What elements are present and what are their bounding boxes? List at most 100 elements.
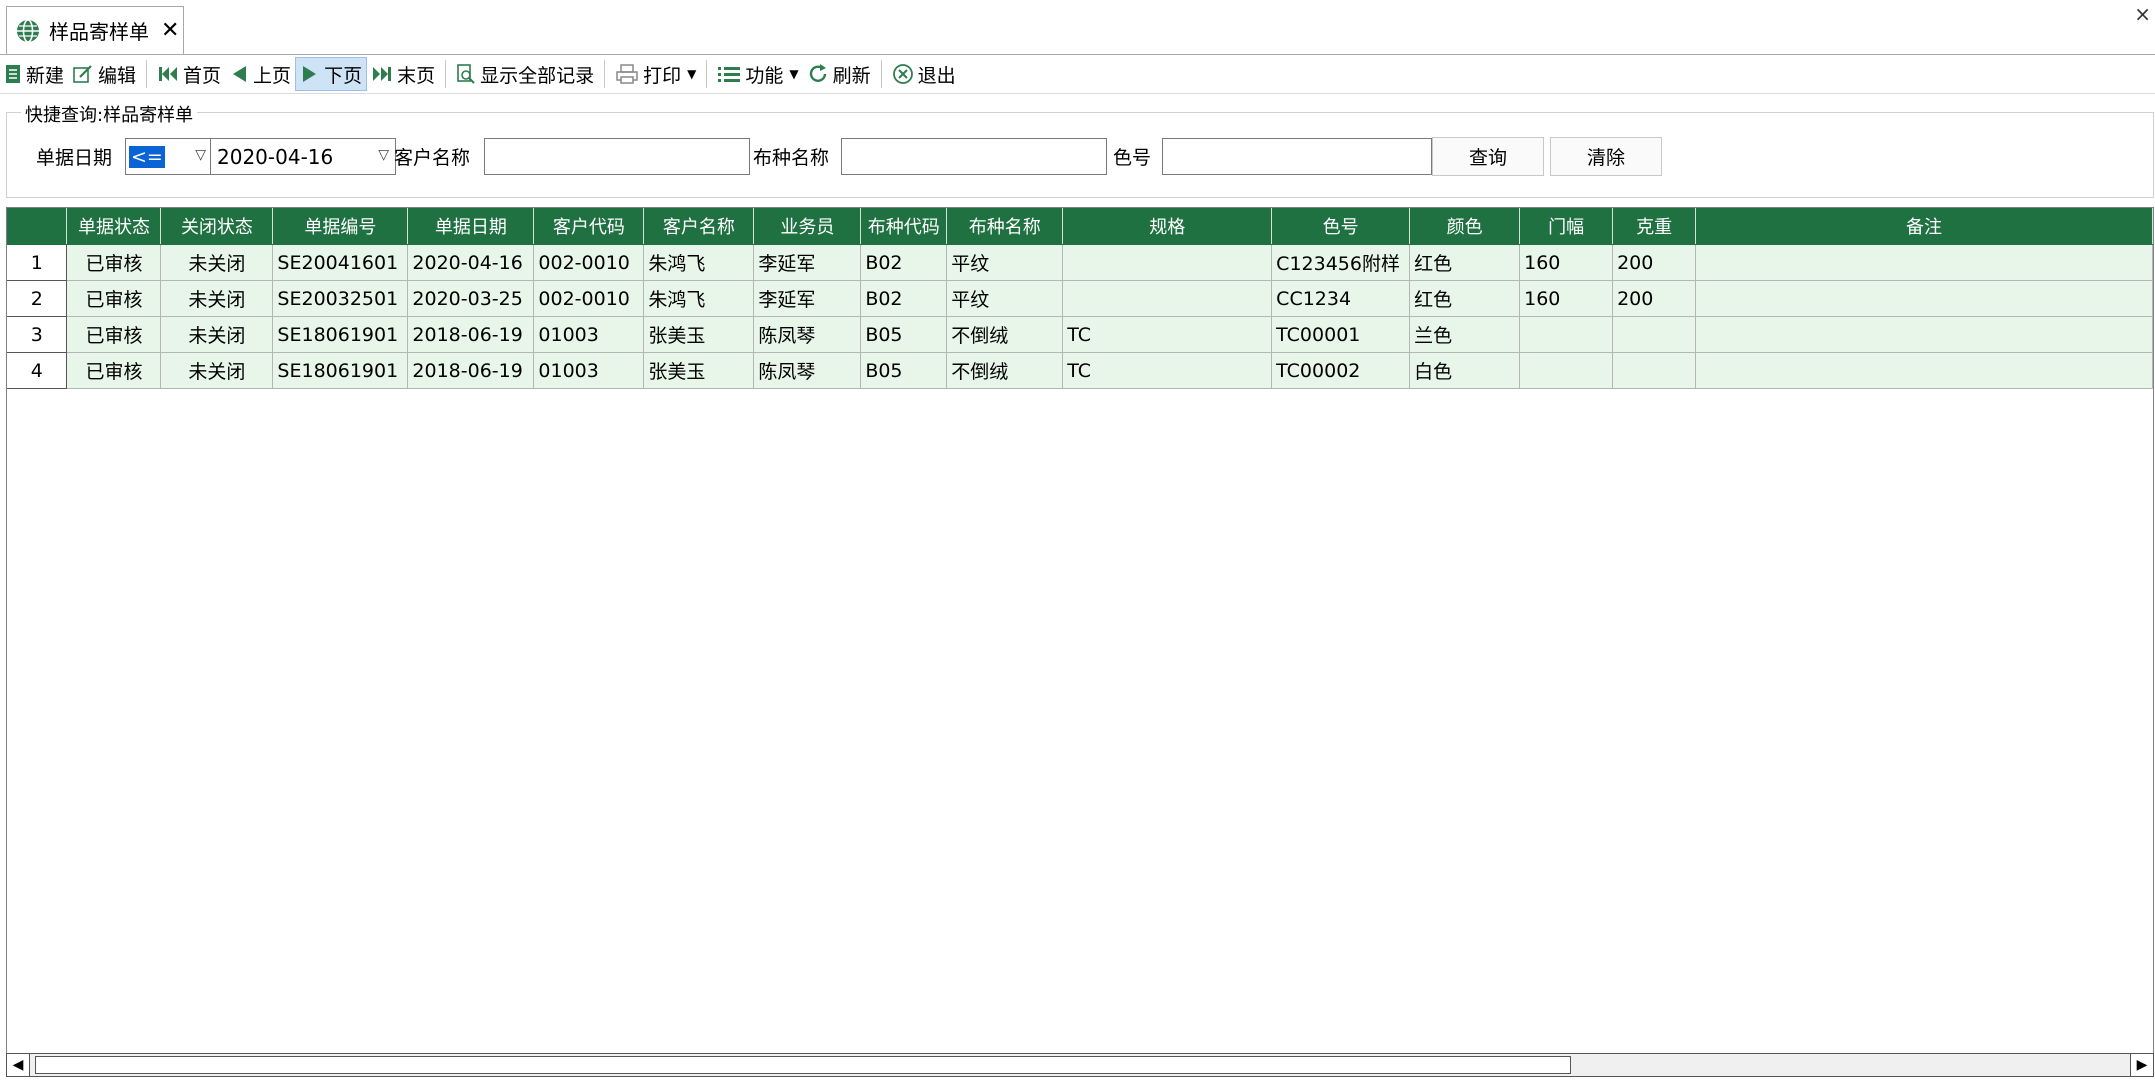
cell-salesperson[interactable]: 李延军 [753, 280, 862, 317]
row-number[interactable]: 4 [7, 352, 68, 389]
cell-doc-date[interactable]: 2018-06-19 [407, 316, 535, 353]
scroll-right-icon[interactable]: ▶ [2130, 1054, 2153, 1076]
column-header[interactable]: 门幅 [1519, 208, 1614, 245]
cell-width[interactable] [1519, 352, 1614, 389]
new-button[interactable]: 新建 [0, 57, 68, 91]
cell-customer-code[interactable]: 01003 [533, 352, 645, 389]
cell-status[interactable]: 已审核 [66, 280, 162, 317]
column-header[interactable]: 单据编号 [272, 208, 409, 245]
customer-name-input[interactable] [484, 138, 750, 175]
cell-close-status[interactable]: 未关闭 [160, 280, 274, 317]
cell-doc-date[interactable]: 2020-04-16 [407, 244, 535, 281]
cell-spec[interactable]: TC [1062, 316, 1273, 353]
cell-customer-code[interactable]: 002-0010 [533, 280, 645, 317]
cell-remark[interactable] [1695, 352, 2153, 389]
cell-fabric-name[interactable]: 平纹 [946, 244, 1064, 281]
cell-customer-code[interactable]: 002-0010 [533, 244, 645, 281]
column-header[interactable]: 客户名称 [643, 208, 755, 245]
cell-close-status[interactable]: 未关闭 [160, 244, 274, 281]
scroll-left-icon[interactable]: ◀ [7, 1054, 30, 1076]
cell-fabric-name[interactable]: 平纹 [946, 280, 1064, 317]
column-header[interactable]: 布种名称 [946, 208, 1064, 245]
cell-doc-date[interactable]: 2018-06-19 [407, 352, 535, 389]
window-close-icon[interactable]: × [2134, 2, 2151, 26]
edit-button[interactable]: 编辑 [68, 57, 140, 91]
fabric-name-input[interactable] [841, 138, 1107, 175]
tab-sample-sending[interactable]: 样品寄样单 ✕ [6, 6, 184, 54]
table-row[interactable]: 2 已审核 未关闭 SE20032501 2020-03-25 002-0010… [7, 280, 2153, 317]
cell-weight[interactable] [1612, 316, 1697, 353]
cell-color[interactable]: 白色 [1409, 352, 1521, 389]
first-page-button[interactable]: 首页 [153, 57, 225, 91]
search-button[interactable]: 查询 [1432, 137, 1544, 176]
cell-close-status[interactable]: 未关闭 [160, 352, 274, 389]
table-row[interactable]: 1 已审核 未关闭 SE20041601 2020-04-16 002-0010… [7, 244, 2153, 281]
cell-doc-number[interactable]: SE20041601 [272, 244, 409, 281]
cell-spec[interactable]: TC [1062, 352, 1273, 389]
row-number[interactable]: 2 [7, 280, 68, 317]
cell-doc-number[interactable]: SE18061901 [272, 316, 409, 353]
cell-customer-name[interactable]: 张美玉 [643, 316, 755, 353]
cell-customer-name[interactable]: 朱鸿飞 [643, 280, 755, 317]
cell-remark[interactable] [1695, 316, 2153, 353]
refresh-button[interactable]: 刷新 [803, 57, 875, 91]
cell-fabric-code[interactable]: B05 [860, 352, 948, 389]
cell-width[interactable]: 160 [1519, 244, 1614, 281]
cell-close-status[interactable]: 未关闭 [160, 316, 274, 353]
column-header[interactable]: 颜色 [1409, 208, 1521, 245]
exit-button[interactable]: 退出 [888, 57, 960, 91]
cell-salesperson[interactable]: 陈凤琴 [753, 316, 862, 353]
table-row[interactable]: 3 已审核 未关闭 SE18061901 2018-06-19 01003 张美… [7, 316, 2153, 353]
cell-color-number[interactable]: C123456附样 [1271, 244, 1411, 281]
cell-remark[interactable] [1695, 280, 2153, 317]
cell-width[interactable] [1519, 316, 1614, 353]
table-row[interactable]: 4 已审核 未关闭 SE18061901 2018-06-19 01003 张美… [7, 352, 2153, 389]
cell-fabric-code[interactable]: B02 [860, 244, 948, 281]
cell-color[interactable]: 红色 [1409, 280, 1521, 317]
column-header[interactable]: 色号 [1271, 208, 1411, 245]
cell-color-number[interactable]: TC00002 [1271, 352, 1411, 389]
column-header[interactable]: 单据状态 [66, 208, 162, 245]
date-operator-select[interactable]: <= ▽ [125, 138, 213, 175]
cell-salesperson[interactable]: 陈凤琴 [753, 352, 862, 389]
cell-color-number[interactable]: CC1234 [1271, 280, 1411, 317]
cell-fabric-code[interactable]: B02 [860, 280, 948, 317]
cell-color[interactable]: 红色 [1409, 244, 1521, 281]
cell-fabric-name[interactable]: 不倒绒 [946, 316, 1064, 353]
column-header[interactable]: 备注 [1695, 208, 2153, 245]
row-number[interactable]: 1 [7, 244, 68, 281]
cell-customer-code[interactable]: 01003 [533, 316, 645, 353]
next-page-button[interactable]: 下页 [295, 57, 368, 91]
cell-color[interactable]: 兰色 [1409, 316, 1521, 353]
cell-weight[interactable]: 200 [1612, 244, 1697, 281]
column-header[interactable]: 克重 [1612, 208, 1697, 245]
cell-spec[interactable] [1062, 244, 1273, 281]
row-number[interactable]: 3 [7, 316, 68, 353]
clear-button[interactable]: 清除 [1550, 137, 1662, 176]
cell-customer-name[interactable]: 张美玉 [643, 352, 755, 389]
cell-status[interactable]: 已审核 [66, 316, 162, 353]
cell-doc-number[interactable]: SE20032501 [272, 280, 409, 317]
cell-salesperson[interactable]: 李延军 [753, 244, 862, 281]
cell-fabric-code[interactable]: B05 [860, 316, 948, 353]
cell-doc-number[interactable]: SE18061901 [272, 352, 409, 389]
date-value-select[interactable]: 2020-04-16 ▽ [210, 138, 396, 175]
cell-doc-date[interactable]: 2020-03-25 [407, 280, 535, 317]
horizontal-scrollbar[interactable]: ◀ ▶ [6, 1053, 2154, 1077]
cell-weight[interactable]: 200 [1612, 280, 1697, 317]
prev-page-button[interactable]: 上页 [225, 57, 295, 91]
column-header[interactable]: 单据日期 [407, 208, 535, 245]
cell-customer-name[interactable]: 朱鸿飞 [643, 244, 755, 281]
cell-spec[interactable] [1062, 280, 1273, 317]
column-header[interactable]: 规格 [1062, 208, 1273, 245]
function-menu-button[interactable]: 功能 ▼ [713, 57, 802, 91]
cell-fabric-name[interactable]: 不倒绒 [946, 352, 1064, 389]
cell-remark[interactable] [1695, 244, 2153, 281]
cell-status[interactable]: 已审核 [66, 244, 162, 281]
color-number-input[interactable] [1162, 138, 1432, 175]
scrollbar-thumb[interactable] [35, 1056, 1571, 1074]
tab-close-icon[interactable]: ✕ [161, 18, 179, 43]
cell-width[interactable]: 160 [1519, 280, 1614, 317]
show-all-button[interactable]: 显示全部记录 [452, 57, 598, 91]
cell-weight[interactable] [1612, 352, 1697, 389]
